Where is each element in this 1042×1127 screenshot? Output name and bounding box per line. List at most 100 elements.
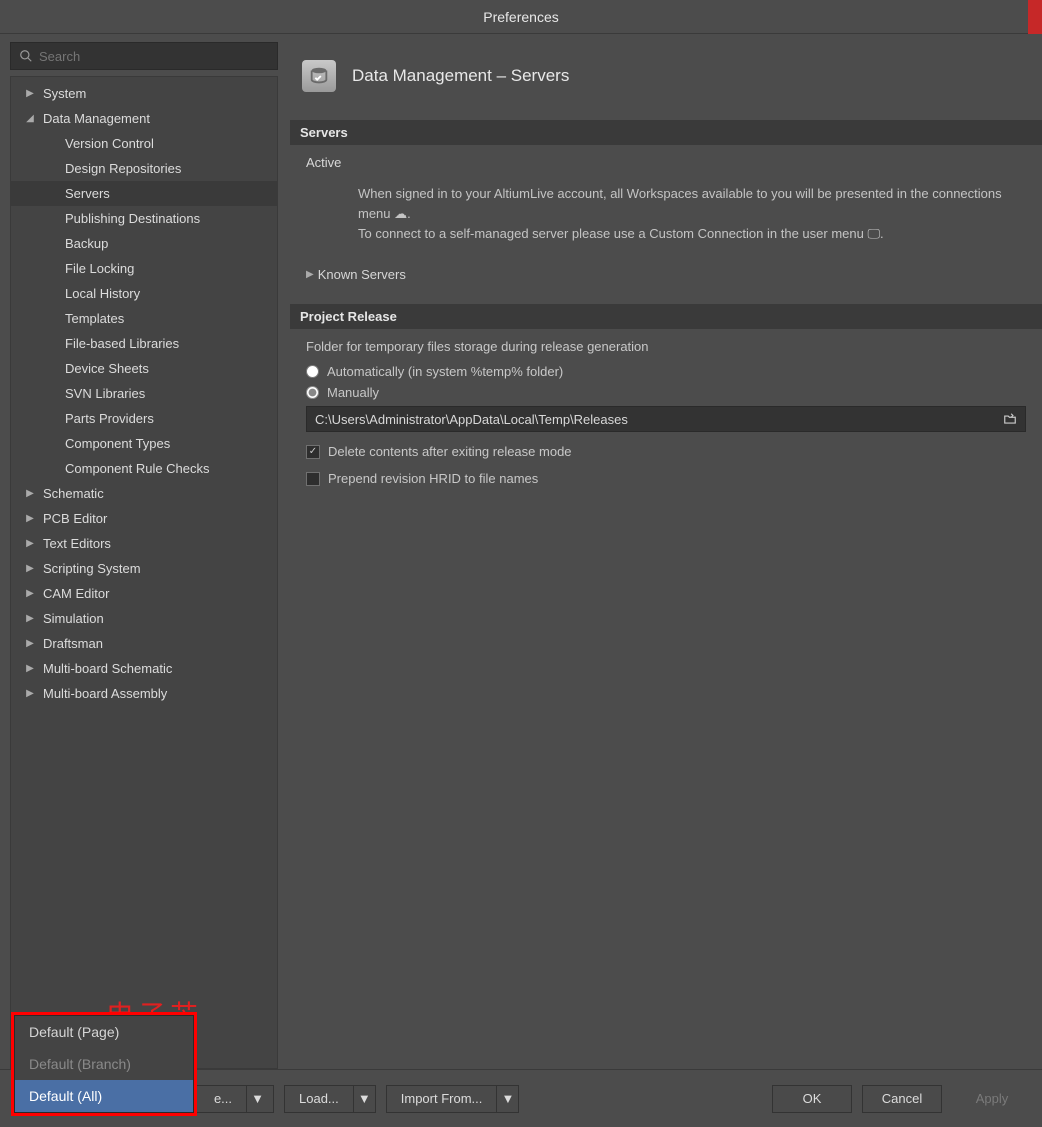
chevron-right-icon: ▶ [23, 588, 37, 599]
tree-item-label: File-based Libraries [65, 336, 179, 351]
tree-item-label: Data Management [43, 111, 150, 126]
chevron-right-icon: ▶ [23, 638, 37, 649]
tree-item[interactable]: ▶ Draftsman [11, 631, 277, 656]
tree-item[interactable]: ▶ Multi-board Assembly [11, 681, 277, 706]
tree-item-label: Component Types [65, 436, 170, 451]
tree-item[interactable]: ▶Multi-board Schematic [11, 656, 277, 681]
tree-item[interactable]: ▶ Simulation [11, 606, 277, 631]
tree-item[interactable]: Servers [11, 181, 277, 206]
servers-desc2: To connect to a self-managed server plea… [358, 226, 884, 241]
chevron-down-icon[interactable]: ▼ [496, 1086, 518, 1112]
tree-item-label: Scripting System [43, 561, 141, 576]
import-label: Import From... [387, 1086, 497, 1112]
radio-manual[interactable]: Manually [306, 385, 1026, 400]
check-prepend-label: Prepend revision HRID to file names [328, 471, 538, 486]
tree-item[interactable]: ▶CAM Editor [11, 581, 277, 606]
import-from-button[interactable]: Import From... ▼ [386, 1085, 520, 1113]
tree-item-label: Simulation [43, 611, 104, 626]
servers-active-label: Active [306, 155, 1026, 170]
search-input[interactable] [39, 49, 269, 64]
tree-item-label: Multi-board Assembly [43, 686, 167, 701]
radio-manual-label: Manually [327, 385, 379, 400]
main-panel: Data Management – Servers Servers Active… [290, 42, 1042, 1069]
tree-item[interactable]: Version Control [11, 131, 277, 156]
chevron-right-icon: ▶ [23, 688, 37, 699]
chevron-down-icon[interactable]: ▼ [353, 1086, 375, 1112]
tree-item[interactable]: SVN Libraries [11, 381, 277, 406]
tree-item-label: Version Control [65, 136, 154, 151]
tree-item-label: PCB Editor [43, 511, 107, 526]
tree-item[interactable]: ▶Schematic [11, 481, 277, 506]
tree-item-label: Local History [65, 286, 140, 301]
radio-manual-input[interactable] [306, 386, 319, 399]
load-label: Load... [285, 1086, 353, 1112]
radio-auto-label: Automatically (in system %temp% folder) [327, 364, 563, 379]
known-servers-toggle[interactable]: ▶ Known Servers [306, 267, 1026, 282]
menu-default-all[interactable]: Default (All) [15, 1080, 193, 1112]
tree-item[interactable]: ▶ PCB Editor [11, 506, 277, 531]
release-folder-label: Folder for temporary files storage durin… [306, 339, 1026, 354]
tree-item[interactable]: Design Repositories [11, 156, 277, 181]
cancel-button[interactable]: Cancel [862, 1085, 942, 1113]
servers-desc1b: . [407, 206, 411, 221]
chevron-right-icon: ▶ [306, 269, 314, 280]
check-delete[interactable]: ✓ Delete contents after exiting release … [306, 444, 1026, 459]
radio-auto[interactable]: Automatically (in system %temp% folder) [306, 364, 1026, 379]
close-button[interactable] [1028, 0, 1042, 34]
browse-button[interactable] [995, 407, 1025, 431]
section-servers-header: Servers [290, 120, 1042, 145]
tree-item-label: Schematic [43, 486, 104, 501]
menu-default-branch: Default (Branch) [15, 1048, 193, 1080]
preferences-tree[interactable]: ▶ System ◢Data Management Version Control De… [10, 76, 278, 1069]
ok-button[interactable]: OK [772, 1085, 852, 1113]
tree-item-label: Draftsman [43, 636, 103, 651]
chevron-right-icon: ▶ [23, 513, 37, 524]
tree-item[interactable]: ▶ System [11, 81, 277, 106]
tree-item[interactable]: ▶ Scripting System [11, 556, 277, 581]
chevron-right-icon: ▶ [23, 88, 37, 99]
tree-item[interactable]: Parts Providers [11, 406, 277, 431]
tree-item-label: Component Rule Checks [65, 461, 210, 476]
chevron-right-icon: ▶ [23, 613, 37, 624]
tree-item-label: System [43, 86, 86, 101]
tree-item-label: Design Repositories [65, 161, 181, 176]
defaults-popup-menu[interactable]: Default (Page) Default (Branch) Default … [14, 1015, 194, 1113]
tree-item-label: SVN Libraries [65, 386, 145, 401]
cloud-icon: ☁ [394, 204, 407, 224]
tree-item-label: Text Editors [43, 536, 111, 551]
checkbox-icon: ✓ [306, 445, 320, 459]
tree-item[interactable]: Component Rule Checks [11, 456, 277, 481]
chevron-down-icon[interactable]: ▼ [246, 1086, 268, 1112]
tree-item[interactable]: Device Sheets [11, 356, 277, 381]
check-prepend[interactable]: Prepend revision HRID to file names [306, 471, 1026, 486]
checkbox-icon [306, 472, 320, 486]
titlebar: Preferences [0, 0, 1042, 34]
tree-item[interactable]: ▶ Text Editors [11, 531, 277, 556]
search-icon [19, 49, 33, 63]
tree-item[interactable]: Component Types [11, 431, 277, 456]
tree-item[interactable]: File Locking [11, 256, 277, 281]
release-path-input[interactable] [307, 412, 995, 427]
tree-item-label: Parts Providers [65, 411, 154, 426]
chevron-right-icon: ▶ [23, 538, 37, 549]
apply-button[interactable]: Apply [952, 1085, 1032, 1113]
tree-item[interactable]: Publishing Destinations [11, 206, 277, 231]
chevron-right-icon: ▶ [23, 563, 37, 574]
known-servers-label: Known Servers [318, 267, 406, 282]
window-title: Preferences [483, 9, 558, 25]
tree-item[interactable]: File-based Libraries [11, 331, 277, 356]
set-defaults-button[interactable]: e... ▼ [194, 1085, 274, 1113]
radio-auto-input[interactable] [306, 365, 319, 378]
tree-item[interactable]: Local History [11, 281, 277, 306]
tree-item[interactable]: Backup [11, 231, 277, 256]
tree-item[interactable]: Templates [11, 306, 277, 331]
set-defaults-label: e... [200, 1086, 246, 1112]
check-delete-label: Delete contents after exiting release mo… [328, 444, 572, 459]
load-button[interactable]: Load... ▼ [284, 1085, 376, 1113]
tree-item[interactable]: ◢Data Management [11, 106, 277, 131]
search-box[interactable] [10, 42, 278, 70]
chevron-right-icon: ▶ [23, 663, 37, 674]
page-title: Data Management – Servers [352, 66, 569, 86]
servers-desc1a: When signed in to your AltiumLive accoun… [358, 186, 1002, 221]
menu-default-page[interactable]: Default (Page) [15, 1016, 193, 1048]
